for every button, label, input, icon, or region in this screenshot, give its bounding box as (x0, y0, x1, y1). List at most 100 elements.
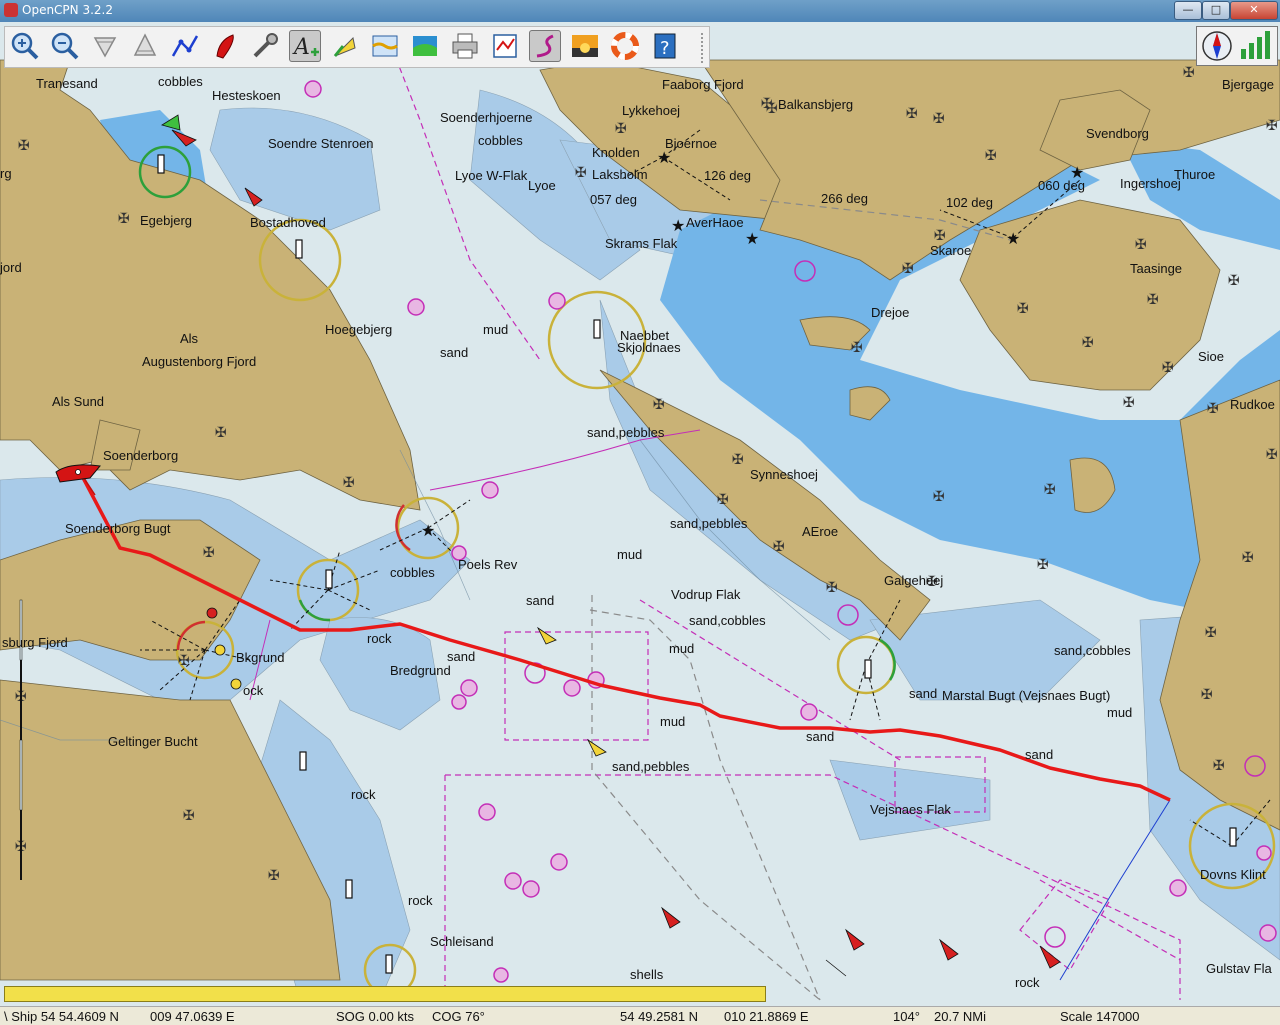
svg-text:✠: ✠ (934, 228, 946, 244)
svg-text:★: ★ (671, 216, 685, 235)
chart-label: Schleisand (430, 934, 494, 949)
svg-text:✠: ✠ (851, 340, 863, 356)
chart-label: Laksholm (592, 167, 648, 182)
chart-label: Drejoe (871, 305, 910, 320)
chart-label: Galgehoej (884, 573, 944, 588)
svg-text:✠: ✠ (118, 211, 130, 227)
svg-text:✠: ✠ (18, 138, 30, 154)
tide-button[interactable] (369, 30, 401, 62)
chart-label: sburg Fjord (2, 635, 68, 650)
chart-label: Marstal Bugt (Vejsnaes Bugt) (942, 688, 1111, 703)
route-button[interactable] (169, 30, 201, 62)
svg-text:★: ★ (421, 521, 435, 540)
chart-label: Soendre Stenroen (268, 136, 374, 151)
svg-text:✠: ✠ (183, 808, 195, 824)
chart-label: mud (617, 547, 643, 562)
svg-text:✠: ✠ (1135, 237, 1147, 253)
window-title: OpenCPN 3.2.2 (22, 3, 113, 17)
title-bar: OpenCPN 3.2.2 — □ ✕ (0, 0, 1280, 22)
zoom-in-icon (11, 32, 39, 60)
svg-text:✠: ✠ (203, 545, 215, 561)
chart-label: sand,pebbles (612, 759, 690, 774)
chart-label: Vejsnaes Flak (870, 802, 951, 817)
zoom-out-icon (51, 32, 79, 60)
chart-label: sand (440, 345, 469, 360)
chart-label: Balkansbjerg (778, 97, 854, 112)
svg-text:✠: ✠ (933, 489, 945, 505)
track-button[interactable] (529, 30, 561, 62)
chart-label: mud (483, 322, 509, 337)
chart-label: Als Sund (52, 394, 105, 409)
svg-text:✠: ✠ (902, 261, 914, 277)
chart-label: rock (1015, 975, 1040, 990)
ship-cog: COG 76° (432, 1009, 485, 1024)
ais-button[interactable] (489, 30, 521, 62)
scale-up-button[interactable] (129, 30, 161, 62)
svg-text:✠: ✠ (215, 425, 227, 441)
help-button[interactable]: ? (649, 30, 681, 62)
chart-label: rock (351, 787, 376, 802)
chart-label: sand (909, 686, 938, 701)
svg-text:✠: ✠ (717, 492, 729, 508)
chart-label: Synneshoej (750, 467, 818, 482)
ship-longitude: 009 47.0639 E (150, 1009, 235, 1024)
zoom-out-button[interactable] (49, 30, 81, 62)
svg-text:✠: ✠ (906, 106, 918, 122)
auto-follow-button[interactable] (209, 30, 241, 62)
chart-label: rock (367, 631, 392, 646)
main-toolbar: A ? (4, 26, 710, 68)
zoom-in-button[interactable] (9, 30, 41, 62)
cursor-distance: 20.7 NMi (934, 1009, 987, 1024)
svg-text:✠: ✠ (1242, 550, 1254, 566)
compass-icon (1202, 31, 1232, 61)
sunset-icon (572, 35, 598, 57)
chart-label: sand,pebbles (587, 425, 665, 440)
gps-signal-icon (1241, 31, 1270, 59)
color-scheme-button[interactable] (569, 30, 601, 62)
svg-text:✠: ✠ (1017, 301, 1029, 317)
svg-text:✠: ✠ (1183, 65, 1195, 81)
chart-label: sand (447, 649, 476, 664)
close-button[interactable]: ✕ (1230, 1, 1278, 20)
svg-text:?: ? (660, 38, 670, 59)
chart-label: Geltinger Bucht (108, 734, 198, 749)
svg-text:✠: ✠ (1147, 292, 1159, 308)
chart-label: Taasinge (1130, 261, 1183, 276)
chart-label: Sioe (1198, 349, 1225, 364)
chart-label: 060 deg (1038, 178, 1085, 193)
print-button[interactable] (449, 30, 481, 62)
chart-label: 102 deg (946, 195, 993, 210)
cursor-longitude: 010 21.8869 E (724, 1009, 809, 1024)
chart-label: 126 deg (704, 168, 751, 183)
chart-label: Faaborg Fjord (662, 77, 744, 92)
current-button[interactable] (329, 30, 361, 62)
route-manager-button[interactable] (409, 30, 441, 62)
chart-label: Knolden (592, 145, 640, 160)
svg-text:✠: ✠ (1266, 118, 1278, 134)
svg-text:✠: ✠ (1207, 401, 1219, 417)
maximize-button[interactable]: □ (1202, 1, 1230, 20)
lifebuoy-icon (611, 32, 639, 60)
chart-label: ock (243, 683, 264, 698)
options-button[interactable] (249, 30, 281, 62)
chart-label: jord (0, 260, 22, 275)
svg-text:✠: ✠ (1162, 360, 1174, 376)
toolbar-grip[interactable] (701, 33, 708, 63)
chart-label: Lyoe W-Flak (455, 168, 528, 183)
chart-label: sand,cobbles (689, 613, 766, 628)
svg-text:✠: ✠ (1266, 447, 1278, 463)
text-button[interactable]: A (289, 30, 321, 62)
chart-label: Soenderborg Bugt (65, 521, 171, 536)
chart-label: Rudkoe (1230, 397, 1275, 412)
chart-loading-progress (4, 986, 766, 1002)
mob-button[interactable] (609, 30, 641, 62)
chart-label: Dovns Klint (1200, 867, 1266, 882)
scale-down-button[interactable] (89, 30, 121, 62)
svg-text:★: ★ (1006, 229, 1020, 248)
minimize-button[interactable]: — (1174, 1, 1202, 20)
compass-gps-panel[interactable] (1196, 26, 1278, 66)
svg-text:★: ★ (745, 229, 759, 248)
chart-label: Hesteskoen (212, 88, 281, 103)
svg-text:✠: ✠ (1205, 625, 1217, 641)
svg-text:A: A (292, 35, 310, 60)
